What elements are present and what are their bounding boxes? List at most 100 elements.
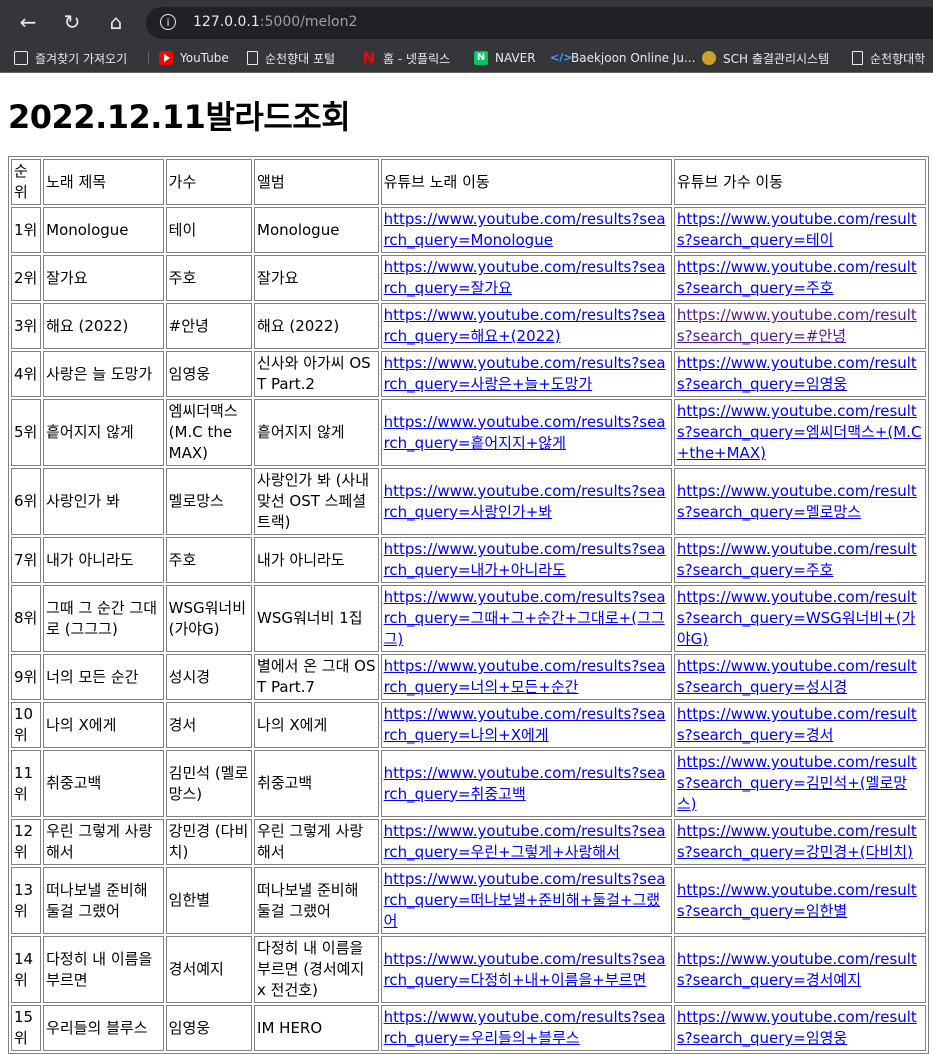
url-text[interactable]: 127.0.0.1:5000/melon2	[193, 14, 357, 30]
bookmark-portal[interactable]: 순천향대 포털	[247, 48, 335, 68]
song-youtube-cell: https://www.youtube.com/results?search_q…	[380, 468, 672, 535]
home-icon[interactable]: ⌂	[104, 10, 128, 34]
artist-youtube-link[interactable]: https://www.youtube.com/results?search_q…	[677, 540, 917, 579]
artist-youtube-link[interactable]: https://www.youtube.com/results?search_q…	[677, 657, 917, 696]
album-cell: 사랑인가 봐 (사내맞선 OST 스페셜 트랙)	[254, 468, 379, 535]
artist-cell: 주호	[165, 255, 253, 301]
song-youtube-link[interactable]: https://www.youtube.com/results?search_q…	[384, 657, 666, 696]
bookmark-sch[interactable]: SCH 출결관리시스템	[702, 48, 829, 68]
artist-youtube-cell: https://www.youtube.com/results?search_q…	[673, 255, 926, 301]
rank-cell: 3위	[11, 303, 42, 349]
song-youtube-link[interactable]: https://www.youtube.com/results?search_q…	[384, 822, 666, 861]
song-youtube-link[interactable]: https://www.youtube.com/results?search_q…	[384, 705, 666, 744]
album-cell: 흩어지지 않게	[254, 399, 379, 466]
song-title-cell: 사랑은 늘 도망가	[43, 351, 164, 397]
bookmark-netflix[interactable]: N 홈 - 넷플릭스	[362, 48, 450, 68]
header-title: 노래 제목	[43, 159, 164, 205]
artist-youtube-link[interactable]: https://www.youtube.com/results?search_q…	[677, 950, 917, 989]
song-youtube-link[interactable]: https://www.youtube.com/results?search_q…	[384, 950, 666, 989]
song-youtube-cell: https://www.youtube.com/results?search_q…	[380, 303, 672, 349]
table-row: 2위 잘가요 주호 잘가요 https://www.youtube.com/result…	[11, 255, 926, 301]
bookmark-naver[interactable]: N NAVER	[474, 48, 536, 68]
artist-youtube-link[interactable]: https://www.youtube.com/results?search_q…	[677, 210, 917, 249]
table-row: 11위 취중고백 김민석 (멜로망스) 취중고백 https://www.youtube…	[11, 750, 926, 817]
artist-youtube-link[interactable]: https://www.youtube.com/results?search_q…	[677, 354, 917, 393]
url-host: 127.0.0.1	[193, 14, 260, 30]
rank-cell: 6위	[11, 468, 42, 535]
artist-cell: #안녕	[165, 303, 253, 349]
rank-cell: 2위	[11, 255, 42, 301]
address-bar[interactable]: i 127.0.0.1:5000/melon2	[146, 7, 933, 39]
header-album: 앨범	[254, 159, 379, 205]
song-youtube-link[interactable]: https://www.youtube.com/results?search_q…	[384, 588, 666, 648]
url-path: :5000/melon2	[259, 14, 358, 30]
song-youtube-link[interactable]: https://www.youtube.com/results?search_q…	[384, 870, 666, 930]
album-cell: 해요 (2022)	[254, 303, 379, 349]
artist-youtube-link[interactable]: https://www.youtube.com/results?search_q…	[677, 753, 917, 813]
artist-youtube-link[interactable]: https://www.youtube.com/results?search_q…	[677, 881, 917, 920]
song-title-cell: 다정히 내 이름을 부르면	[43, 936, 164, 1003]
song-title-cell: 잘가요	[43, 255, 164, 301]
song-title-cell: 그때 그 순간 그대로 (그그그)	[43, 585, 164, 652]
bookmark-youtube[interactable]: YouTube	[159, 48, 229, 68]
artist-youtube-cell: https://www.youtube.com/results?search_q…	[673, 867, 926, 934]
back-arrow-icon[interactable]: ←	[16, 10, 40, 34]
artist-cell: 경서예지	[165, 936, 253, 1003]
artist-youtube-cell: https://www.youtube.com/results?search_q…	[673, 399, 926, 466]
bookmark-label: YouTube	[180, 51, 229, 65]
reload-icon[interactable]: ↻	[60, 10, 84, 34]
artist-youtube-link[interactable]: https://www.youtube.com/results?search_q…	[677, 258, 917, 297]
bookmark-baekjoon[interactable]: </> Baekjoon Online Ju...	[550, 48, 695, 68]
song-youtube-cell: https://www.youtube.com/results?search_q…	[380, 537, 672, 583]
table-row: 14위 다정히 내 이름을 부르면 경서예지 다정히 내 이름을 부르면 (경서예지 …	[11, 936, 926, 1003]
rank-cell: 4위	[11, 351, 42, 397]
bookmark-label: NAVER	[495, 51, 536, 65]
site-info-icon[interactable]: i	[160, 14, 176, 30]
bookmark-import[interactable]: 즐겨찾기 가져오기	[14, 48, 127, 68]
artist-cell: 멜로망스	[165, 468, 253, 535]
bookmark-sch-univ[interactable]: 순천향대학	[852, 48, 925, 68]
artist-youtube-link[interactable]: https://www.youtube.com/results?search_q…	[677, 306, 917, 345]
artist-youtube-link[interactable]: https://www.youtube.com/results?search_q…	[677, 482, 917, 521]
sch-icon	[702, 51, 716, 65]
rank-cell: 11위	[11, 750, 42, 817]
artist-youtube-link[interactable]: https://www.youtube.com/results?search_q…	[677, 1008, 917, 1047]
artist-youtube-link[interactable]: https://www.youtube.com/results?search_q…	[677, 402, 922, 462]
song-youtube-link[interactable]: https://www.youtube.com/results?search_q…	[384, 306, 666, 345]
song-youtube-link[interactable]: https://www.youtube.com/results?search_q…	[384, 413, 666, 452]
song-youtube-cell: https://www.youtube.com/results?search_q…	[380, 702, 672, 748]
song-youtube-link[interactable]: https://www.youtube.com/results?search_q…	[384, 764, 666, 803]
song-youtube-link[interactable]: https://www.youtube.com/results?search_q…	[384, 1008, 666, 1047]
table-row: 10위 나의 X에게 경서 나의 X에게 https://www.youtube.com…	[11, 702, 926, 748]
artist-youtube-cell: https://www.youtube.com/results?search_q…	[673, 936, 926, 1003]
artist-cell: 주호	[165, 537, 253, 583]
artist-youtube-link[interactable]: https://www.youtube.com/results?search_q…	[677, 588, 917, 648]
artist-youtube-cell: https://www.youtube.com/results?search_q…	[673, 1005, 926, 1051]
album-cell: 별에서 온 그대 OST Part.7	[254, 654, 379, 700]
song-youtube-cell: https://www.youtube.com/results?search_q…	[380, 936, 672, 1003]
artist-cell: 테이	[165, 207, 253, 253]
table-row: 13위 떠나보낼 준비해 둘걸 그랬어 임한별 떠나보낼 준비해 둘걸 그랬어 http…	[11, 867, 926, 934]
artist-youtube-link[interactable]: https://www.youtube.com/results?search_q…	[677, 822, 917, 861]
artist-cell: 성시경	[165, 654, 253, 700]
song-youtube-cell: https://www.youtube.com/results?search_q…	[380, 399, 672, 466]
artist-cell: 김민석 (멜로망스)	[165, 750, 253, 817]
album-cell: 나의 X에게	[254, 702, 379, 748]
rank-cell: 8위	[11, 585, 42, 652]
table-row: 4위 사랑은 늘 도망가 임영웅 신사와 아가씨 OST Part.2 https://…	[11, 351, 926, 397]
artist-cell: WSG워너비 (가야G)	[165, 585, 253, 652]
bookmark-label: 홈 - 넷플릭스	[383, 51, 451, 66]
bookmark-separator	[148, 51, 149, 65]
rank-cell: 14위	[11, 936, 42, 1003]
song-youtube-link[interactable]: https://www.youtube.com/results?search_q…	[384, 482, 666, 521]
song-youtube-link[interactable]: https://www.youtube.com/results?search_q…	[384, 540, 666, 579]
browser-toolbar: ← ↻ ⌂ i 127.0.0.1:5000/melon2	[0, 0, 933, 44]
artist-youtube-link[interactable]: https://www.youtube.com/results?search_q…	[677, 705, 917, 744]
bookmark-label: SCH 출결관리시스템	[723, 51, 830, 66]
album-cell: 다정히 내 이름을 부르면 (경서예지 x 전건호)	[254, 936, 379, 1003]
song-youtube-link[interactable]: https://www.youtube.com/results?search_q…	[384, 354, 666, 393]
song-title-cell: 우리들의 블루스	[43, 1005, 164, 1051]
song-youtube-link[interactable]: https://www.youtube.com/results?search_q…	[384, 210, 666, 249]
table-row: 3위 해요 (2022) #안녕 해요 (2022) https://www.youtu…	[11, 303, 926, 349]
song-youtube-link[interactable]: https://www.youtube.com/results?search_q…	[384, 258, 666, 297]
